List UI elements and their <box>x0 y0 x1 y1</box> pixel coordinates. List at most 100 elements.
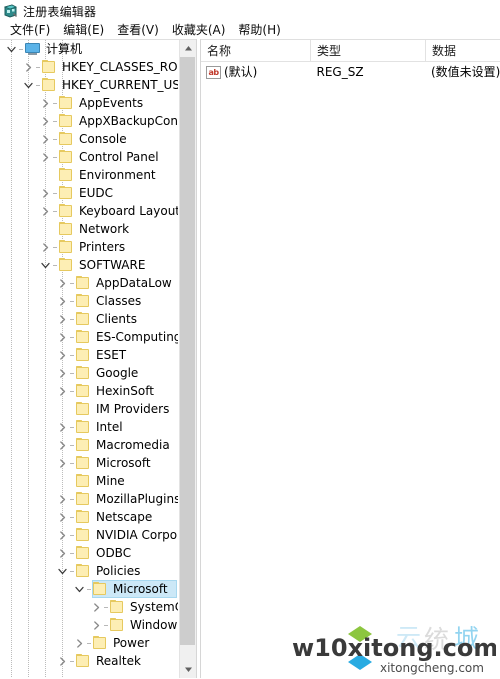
folder-icon <box>58 204 74 218</box>
tree-item-control-panel[interactable]: Control Panel <box>0 148 178 166</box>
tree-item--[interactable]: 计算机 <box>0 40 178 58</box>
tree-vertical-scrollbar[interactable] <box>179 40 196 678</box>
tree-item-appxbackupconter[interactable]: AppXBackupConter <box>0 112 178 130</box>
tree-item-console[interactable]: Console <box>0 130 178 148</box>
column-data[interactable]: 数据 <box>426 40 500 61</box>
tree-item-keyboard-layout[interactable]: Keyboard Layout <box>0 202 178 220</box>
values-list[interactable]: ab (默认) REG_SZ (数值未设置) <box>201 62 500 82</box>
tree-item-microsoft[interactable]: Microsoft <box>0 454 178 472</box>
tree-item-hkey-current-user[interactable]: HKEY_CURRENT_USER <box>0 76 178 94</box>
folder-icon <box>41 60 57 74</box>
tree-item-classes[interactable]: Classes <box>0 292 178 310</box>
tree-item-intel[interactable]: Intel <box>0 418 178 436</box>
tree-item-appevents[interactable]: AppEvents <box>0 94 178 112</box>
tree-item-power[interactable]: Power <box>0 634 178 652</box>
tree-item-windows[interactable]: Windows <box>0 616 178 634</box>
chevron-right-icon[interactable] <box>37 112 53 130</box>
tree-item-clients[interactable]: Clients <box>0 310 178 328</box>
chevron-right-icon[interactable] <box>54 346 70 364</box>
chevron-right-icon[interactable] <box>54 490 70 508</box>
tree-item-label: HexinSoft <box>96 384 154 398</box>
tree-item-netscape[interactable]: Netscape <box>0 508 178 526</box>
scroll-up-arrow[interactable] <box>180 40 196 57</box>
chevron-right-icon[interactable] <box>54 382 70 400</box>
chevron-right-icon[interactable] <box>54 652 70 670</box>
menu-edit[interactable]: 编辑(E) <box>57 22 111 39</box>
tree-item-es-computing[interactable]: ES-Computing <box>0 328 178 346</box>
tree-item-odbc[interactable]: ODBC <box>0 544 178 562</box>
tree-item-environment[interactable]: Environment <box>0 166 178 184</box>
column-name[interactable]: 名称 <box>201 40 311 61</box>
tree-item-network[interactable]: Network <box>0 220 178 238</box>
chevron-down-icon[interactable] <box>3 40 19 58</box>
chevron-right-icon[interactable] <box>54 310 70 328</box>
chevron-right-icon[interactable] <box>54 436 70 454</box>
registry-tree-pane: 计算机 HKEY_CLASSES_ROOT HKEY_CURRENT_USER App… <box>0 39 196 678</box>
tree-item-nvidia-corpora[interactable]: NVIDIA Corpora <box>0 526 178 544</box>
tree-item-im-providers[interactable]: IM Providers <box>0 400 178 418</box>
tree-item-label: Printers <box>79 240 126 254</box>
tree-item-google[interactable]: Google <box>0 364 178 382</box>
scrollbar-thumb[interactable] <box>180 57 196 645</box>
tree-item-systemce[interactable]: SystemCe <box>0 598 178 616</box>
chevron-right-icon[interactable] <box>88 598 104 616</box>
tree-item-eset[interactable]: ESET <box>0 346 178 364</box>
chevron-right-icon[interactable] <box>37 94 53 112</box>
tree-item-software[interactable]: SOFTWARE <box>0 256 178 274</box>
chevron-down-icon[interactable] <box>54 562 70 580</box>
tree-item-label: ODBC <box>96 546 132 560</box>
chevron-right-icon[interactable] <box>37 238 53 256</box>
tree-item-mozillaplugins[interactable]: MozillaPlugins <box>0 490 178 508</box>
tree-item-printers[interactable]: Printers <box>0 238 178 256</box>
folder-icon <box>75 438 91 452</box>
registry-tree[interactable]: 计算机 HKEY_CLASSES_ROOT HKEY_CURRENT_USER App… <box>0 40 178 678</box>
chevron-right-icon[interactable] <box>54 454 70 472</box>
chevron-right-icon[interactable] <box>88 616 104 634</box>
tree-item-label: Microsoft <box>113 582 168 596</box>
tree-item-label: Google <box>96 366 139 380</box>
chevron-right-icon[interactable] <box>37 148 53 166</box>
chevron-right-icon[interactable] <box>54 328 70 346</box>
window-title: 注册表编辑器 <box>23 4 97 19</box>
folder-icon <box>58 168 74 182</box>
folder-icon <box>75 654 91 668</box>
tree-item-policies[interactable]: Policies <box>0 562 178 580</box>
menu-favorites[interactable]: 收藏夹(A) <box>166 22 233 39</box>
menu-bar: 文件(F) 编辑(E) 查看(V) 收藏夹(A) 帮助(H) <box>0 22 500 39</box>
tree-item-hexinsoft[interactable]: HexinSoft <box>0 382 178 400</box>
scroll-down-arrow[interactable] <box>180 661 196 678</box>
chevron-right-icon[interactable] <box>54 526 70 544</box>
tree-item-realtek[interactable]: Realtek <box>0 652 178 670</box>
chevron-right-icon[interactable] <box>54 292 70 310</box>
chevron-right-icon[interactable] <box>20 58 36 76</box>
folder-icon <box>75 528 91 542</box>
chevron-down-icon[interactable] <box>71 580 87 598</box>
tree-item-microsoft[interactable]: Microsoft <box>0 580 178 598</box>
chevron-right-icon[interactable] <box>37 130 53 148</box>
tree-item-hkey-classes-root[interactable]: HKEY_CLASSES_ROOT <box>0 58 178 76</box>
folder-icon <box>75 510 91 524</box>
tree-item-appdatalow[interactable]: AppDataLow <box>0 274 178 292</box>
menu-view[interactable]: 查看(V) <box>111 22 166 39</box>
menu-help[interactable]: 帮助(H) <box>232 22 287 39</box>
chevron-right-icon[interactable] <box>54 364 70 382</box>
value-row[interactable]: ab (默认) REG_SZ (数值未设置) <box>201 62 500 82</box>
chevron-right-icon[interactable] <box>54 508 70 526</box>
chevron-right-icon[interactable] <box>54 274 70 292</box>
tree-item-label: Macromedia <box>96 438 170 452</box>
menu-file[interactable]: 文件(F) <box>4 22 57 39</box>
tree-item-label: AppXBackupConter <box>79 114 178 128</box>
chevron-right-icon[interactable] <box>71 634 87 652</box>
tree-item-label: HKEY_CURRENT_USER <box>62 78 178 92</box>
chevron-right-icon[interactable] <box>37 202 53 220</box>
column-type[interactable]: 类型 <box>311 40 426 61</box>
chevron-right-icon[interactable] <box>54 544 70 562</box>
chevron-down-icon[interactable] <box>37 256 53 274</box>
tree-item-macromedia[interactable]: Macromedia <box>0 436 178 454</box>
chevron-down-icon[interactable] <box>20 76 36 94</box>
chevron-right-icon[interactable] <box>54 418 70 436</box>
tree-item-eudc[interactable]: EUDC <box>0 184 178 202</box>
tree-item-mine[interactable]: Mine <box>0 472 178 490</box>
value-type: REG_SZ <box>316 65 364 79</box>
chevron-right-icon[interactable] <box>37 184 53 202</box>
